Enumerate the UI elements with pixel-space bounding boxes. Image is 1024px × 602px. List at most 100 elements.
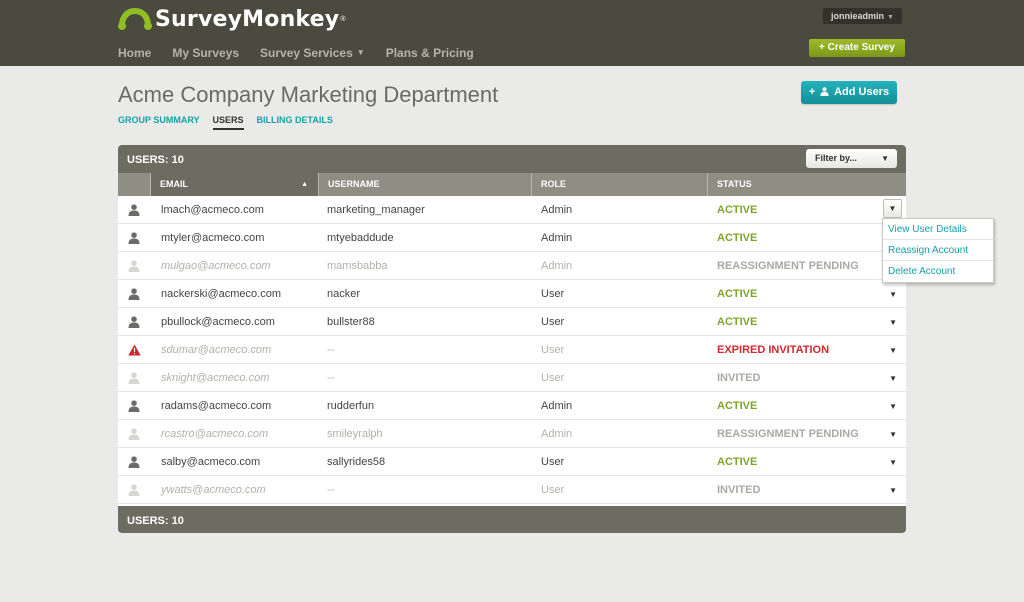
email-cell: sknight@acmeco.com bbox=[161, 371, 270, 384]
role-cell: Admin bbox=[541, 399, 573, 412]
row-actions-chevron-icon[interactable]: ▼ bbox=[889, 430, 897, 439]
username-cell: mtyebaddude bbox=[327, 231, 394, 244]
column-label: STATUS bbox=[717, 179, 752, 189]
table-row: rcastro@acmeco.com smileyralph Admin REASSI… bbox=[118, 420, 906, 448]
email-cell: salby@acmeco.com bbox=[161, 455, 261, 468]
username-cell: -- bbox=[327, 483, 335, 496]
row-icon-cell bbox=[118, 344, 150, 356]
row-actions-chevron-icon[interactable]: ▼ bbox=[889, 374, 897, 383]
column-label: ROLE bbox=[541, 179, 567, 189]
username-cell: -- bbox=[327, 343, 335, 356]
username-cell: rudderfun bbox=[327, 399, 375, 412]
username-cell: smileyralph bbox=[327, 427, 383, 440]
username-cell: mamsbabba bbox=[327, 259, 388, 272]
row-actions-menu: View User Details Reassign Account Delet… bbox=[882, 218, 994, 283]
role-cell: User bbox=[541, 371, 565, 384]
role-cell: User bbox=[541, 483, 565, 496]
plus-label: + bbox=[808, 86, 816, 98]
status-badge: ACTIVE bbox=[717, 287, 758, 300]
row-icon-cell bbox=[118, 399, 150, 412]
user-icon bbox=[128, 287, 140, 300]
row-actions-chevron-icon[interactable]: ▼ bbox=[889, 486, 897, 495]
email-cell: rcastro@acmeco.com bbox=[161, 427, 269, 440]
nav-label: Plans & Pricing bbox=[385, 46, 474, 60]
email-cell: pbullock@acmeco.com bbox=[161, 315, 275, 328]
users-count: USERS: 10 bbox=[127, 154, 184, 166]
nav-item-my-surveys[interactable]: My Surveys bbox=[172, 46, 239, 60]
role-cell: User bbox=[541, 315, 565, 328]
table-header-bar: USERS: 10 Filter by... ▼ bbox=[118, 145, 906, 173]
email-cell: ywatts@acmeco.com bbox=[161, 483, 266, 496]
users-table-panel: USERS: 10 Filter by... ▼ EMAIL ▲ USERNAM… bbox=[118, 145, 906, 533]
email-cell: mulgao@acmeco.com bbox=[161, 259, 271, 272]
table-row: pbullock@acmeco.com bullster88 User ACTIVE ▼ bbox=[118, 308, 906, 336]
username-label: jonnieadmin bbox=[831, 11, 885, 21]
username-cell: sallyrides58 bbox=[327, 455, 386, 468]
email-cell: radams@acmeco.com bbox=[161, 399, 272, 412]
table-row: radams@acmeco.com rudderfun Admin ACTIVE ▼ bbox=[118, 392, 906, 420]
table-body: lmach@acmeco.com marketing_manager Admin AC… bbox=[118, 196, 906, 504]
row-icon-cell bbox=[118, 315, 150, 328]
user-menu-button[interactable]: jonnieadmin ▼ bbox=[823, 8, 902, 24]
table-row: mulgao@acmeco.com mamsbabba Admin REASSIGNM… bbox=[118, 252, 906, 280]
row-actions-chevron-icon[interactable]: ▼ bbox=[889, 290, 897, 299]
table-row: lmach@acmeco.com marketing_manager Admin AC… bbox=[118, 196, 906, 224]
main-nav: Home My Surveys Survey Services ▼ Plans & Pr… bbox=[118, 46, 495, 60]
column-header-username[interactable]: USERNAME bbox=[318, 173, 531, 196]
row-icon-cell bbox=[118, 259, 150, 272]
row-actions-chevron-icon[interactable]: ▼ bbox=[889, 346, 897, 355]
table-row: salby@acmeco.com sallyrides58 User ACTIVE ▼ bbox=[118, 448, 906, 476]
user-icon bbox=[128, 203, 140, 216]
status-badge: ACTIVE bbox=[717, 315, 758, 328]
row-actions-chevron-icon[interactable]: ▼ bbox=[889, 318, 897, 327]
username-cell: bullster88 bbox=[327, 315, 375, 328]
role-cell: Admin bbox=[541, 427, 573, 440]
column-header-email[interactable]: EMAIL ▲ bbox=[150, 173, 318, 196]
email-cell: sdumar@acmeco.com bbox=[161, 343, 272, 356]
menu-item-delete-account[interactable]: Delete Account bbox=[883, 261, 993, 282]
nav-label: Survey Services bbox=[260, 46, 353, 60]
column-label: USERNAME bbox=[328, 179, 380, 189]
column-header-status[interactable]: STATUS bbox=[707, 173, 906, 196]
row-actions-chevron-icon[interactable]: ▼ bbox=[889, 458, 897, 467]
filter-dropdown[interactable]: Filter by... ▼ bbox=[806, 149, 897, 168]
warning-icon bbox=[127, 344, 141, 356]
tab-users[interactable]: USERS bbox=[212, 115, 244, 130]
tab-group-summary[interactable]: GROUP SUMMARY bbox=[118, 115, 200, 130]
row-icon-cell bbox=[118, 455, 150, 468]
table-row: mtyler@acmeco.commtyebaddudeAdminACTIVE▼ bbox=[118, 224, 906, 252]
column-header-role[interactable]: ROLE bbox=[531, 173, 707, 196]
role-cell: Admin bbox=[541, 231, 573, 244]
chevron-down-icon: ▼ bbox=[887, 14, 894, 21]
status-badge: INVITED bbox=[717, 371, 761, 384]
user-icon bbox=[128, 399, 140, 412]
role-cell: Admin bbox=[541, 203, 573, 216]
username-cell: nacker bbox=[327, 287, 361, 300]
user-icon bbox=[128, 371, 140, 384]
nav-item-plans-pricing[interactable]: Plans & Pricing bbox=[386, 46, 474, 60]
row-icon-cell bbox=[118, 371, 150, 384]
table-row: sknight@acmeco.com -- User INVITED ▼ bbox=[118, 364, 906, 392]
status-badge: EXPIRED INVITATION bbox=[717, 343, 830, 356]
logo[interactable]: SurveyMonkey ® bbox=[118, 7, 346, 32]
add-users-button[interactable]: + Add Users bbox=[801, 81, 897, 104]
nav-label: Home bbox=[118, 46, 152, 60]
nav-item-survey-services[interactable]: Survey Services ▼ bbox=[260, 46, 365, 60]
create-survey-button[interactable]: + Create Survey bbox=[809, 39, 905, 57]
role-cell: User bbox=[541, 455, 565, 468]
sort-ascending-icon: ▲ bbox=[301, 181, 308, 188]
nav-item-home[interactable]: Home bbox=[118, 46, 151, 60]
users-count-footer: USERS: 10 bbox=[127, 515, 184, 527]
row-actions-chevron-icon[interactable]: ▼ bbox=[883, 199, 902, 218]
page-title: Acme Company Marketing Department bbox=[118, 82, 499, 107]
table-row: sdumar@acmeco.com -- User EXPIRED INVITATIO… bbox=[118, 336, 906, 364]
user-icon bbox=[128, 259, 140, 272]
row-icon-cell bbox=[118, 287, 150, 300]
menu-item-view-user-details[interactable]: View User Details bbox=[883, 219, 993, 240]
tab-billing-details[interactable]: BILLING DETAILS bbox=[257, 115, 333, 130]
table-row: ywatts@acmeco.com -- User INVITED ▼ bbox=[118, 476, 906, 504]
menu-item-reassign-account[interactable]: Reassign Account bbox=[883, 240, 993, 261]
chevron-down-icon: ▼ bbox=[881, 154, 889, 163]
row-actions-chevron-icon[interactable]: ▼ bbox=[889, 402, 897, 411]
column-headers: EMAIL ▲ USERNAME ROLE STATUS bbox=[118, 173, 906, 196]
